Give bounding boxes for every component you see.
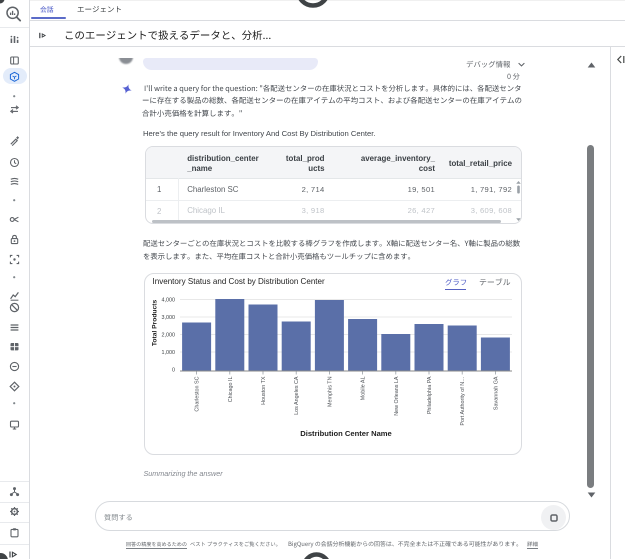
svg-text:Mobile AL: Mobile AL <box>360 376 366 400</box>
svg-text:Houston TX: Houston TX <box>261 376 267 405</box>
svg-text:Distribution Center Name: Distribution Center Name <box>300 429 392 438</box>
svg-text:New Orleans LA: New Orleans LA <box>393 376 399 416</box>
svg-text:Charleston SC: Charleston SC <box>194 376 200 411</box>
svg-text:Total Products: Total Products <box>151 299 158 346</box>
svg-text:3,000: 3,000 <box>161 315 175 321</box>
svg-text:2,000: 2,000 <box>161 332 175 338</box>
svg-text:Savannah GA: Savannah GA <box>493 376 499 410</box>
svg-text:Philadelphia PA: Philadelphia PA <box>427 376 433 414</box>
svg-text:Chicago IL: Chicago IL <box>227 376 233 402</box>
svg-text:0: 0 <box>172 367 175 373</box>
svg-text:Memphis TN: Memphis TN <box>327 376 333 407</box>
svg-text:1,000: 1,000 <box>161 350 175 356</box>
svg-text:Los Angeles CA: Los Angeles CA <box>294 376 300 415</box>
svg-text:Port Authority of N…: Port Authority of N… <box>460 376 466 425</box>
svg-text:4,000: 4,000 <box>161 297 175 303</box>
